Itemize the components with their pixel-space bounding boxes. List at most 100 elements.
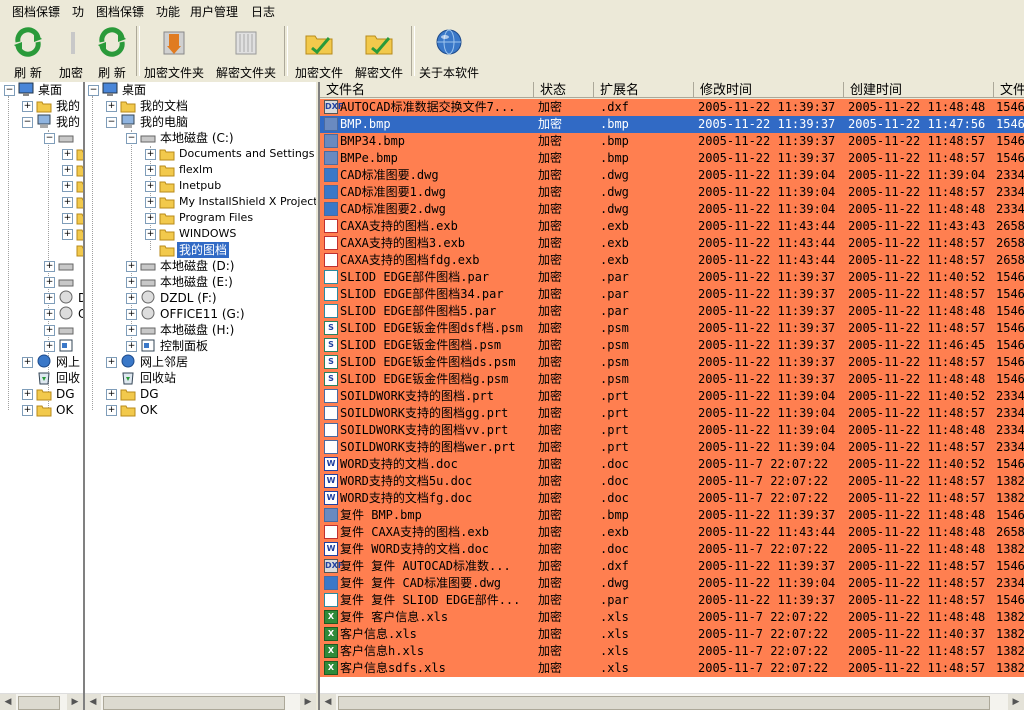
file-row[interactable]: SLIOD EDGE部件图档5.par 加密 .par 2005-11-22 11:3… [320, 303, 1024, 320]
expand-icon[interactable]: + [44, 293, 55, 304]
file-row[interactable]: DXF AUTOCAD标准数据交换文件7... 加密 .dxf 2005-11-22 1… [320, 99, 1024, 116]
expand-icon[interactable]: + [62, 149, 73, 160]
left-tree-pane[interactable]: − 桌面 + 我的 − 我的 − + + + + + + + + +DZ +C … [0, 82, 85, 710]
expand-icon[interactable]: + [62, 181, 73, 192]
file-row[interactable]: CAD标准图要2.dwg 加密 .dwg 2005-11-22 11:39:04 200… [320, 201, 1024, 218]
expand-icon[interactable]: + [126, 277, 137, 288]
expand-icon[interactable]: + [126, 341, 137, 352]
expand-icon[interactable]: + [22, 389, 33, 400]
menu-app-left[interactable]: 图档保镖 [12, 3, 60, 20]
expand-icon[interactable]: + [44, 325, 55, 336]
expand-icon[interactable]: + [22, 101, 33, 112]
menu-function[interactable]: 功能 [156, 3, 180, 20]
expand-icon[interactable]: + [145, 165, 156, 176]
expand-icon[interactable]: + [106, 357, 117, 368]
file-row[interactable]: X 客户信息.xls 加密 .xls 2005-11-7 22:07:22 2005-11… [320, 626, 1024, 643]
file-row[interactable]: DXF 复件 复件 AUTOCAD标准数... 加密 .dxf 2005-11-22 1… [320, 558, 1024, 575]
expand-icon[interactable]: + [106, 389, 117, 400]
file-row[interactable]: W 复件 WORD支持的文档.doc 加密 .doc 2005-11-7 22:07:2… [320, 541, 1024, 558]
expand-icon[interactable]: + [106, 405, 117, 416]
menu-user-management[interactable]: 用户管理 [190, 3, 238, 20]
file-row[interactable]: SOILDWORK支持的图档wer.prt 加密 .prt 2005-11-22 11… [320, 439, 1024, 456]
file-list-pane[interactable]: 文件名 状态 扩展名 修改时间 创建时间 文件 DXF AUTOCAD标准数据交换… [318, 82, 1024, 710]
file-row[interactable]: 复件 CAXA支持的图档.exb 加密 .exb 2005-11-22 11:43:4… [320, 524, 1024, 541]
file-row[interactable]: W WORD支持的文档fg.doc 加密 .doc 2005-11-7 22:07:22… [320, 490, 1024, 507]
scroll-left-icon[interactable]: ◀ [320, 694, 336, 710]
encrypt-file-button[interactable]: 加密文件 [290, 22, 348, 80]
file-row[interactable]: X 复件 客户信息.xls 加密 .xls 2005-11-7 22:07:22 2005… [320, 609, 1024, 626]
column-header-extension[interactable]: 扩展名 [594, 82, 694, 98]
decrypt-folder-button[interactable]: 解密文件夹 [214, 22, 278, 80]
refresh-button[interactable]: 刷 新 [90, 22, 134, 80]
file-row[interactable]: S SLIOD EDGE钣金件图档g.psm 加密 .psm 2005-11-22 11… [320, 371, 1024, 388]
column-header-size[interactable]: 文件 [994, 82, 1024, 98]
menu-app[interactable]: 图档保镖 [96, 3, 144, 20]
scroll-left-icon[interactable]: ◀ [0, 694, 16, 710]
file-row[interactable]: 复件 复件 SLIOD EDGE部件... 加密 .par 2005-11-22 11… [320, 592, 1024, 609]
file-row[interactable]: CAD标准图要.dwg 加密 .dwg 2005-11-22 11:39:04 2005… [320, 167, 1024, 184]
file-row[interactable]: W WORD支持的文档.doc 加密 .doc 2005-11-7 22:07:22 20… [320, 456, 1024, 473]
left-encrypt-button[interactable]: 加密 [56, 22, 86, 80]
collapse-icon[interactable]: − [44, 133, 55, 144]
folder-tree-hscroll[interactable]: ◀ ▶ [85, 693, 316, 710]
menu-function-left[interactable]: 功 [72, 3, 84, 20]
scroll-right-icon[interactable]: ▶ [1008, 694, 1024, 710]
file-row[interactable]: 复件 复件 CAD标准图要.dwg 加密 .dwg 2005-11-22 11:39:… [320, 575, 1024, 592]
expand-icon[interactable]: + [62, 165, 73, 176]
column-header-status[interactable]: 状态 [534, 82, 594, 98]
expand-icon[interactable]: + [62, 213, 73, 224]
column-header-created[interactable]: 创建时间 [844, 82, 994, 98]
about-button[interactable]: 关于本软件 [416, 22, 482, 80]
file-row[interactable]: X 客户信息sdfs.xls 加密 .xls 2005-11-7 22:07:22 200… [320, 660, 1024, 677]
scroll-left-icon[interactable]: ◀ [85, 694, 101, 710]
scroll-thumb[interactable] [338, 696, 990, 710]
file-row[interactable]: X 客户信息h.xls 加密 .xls 2005-11-7 22:07:22 2005-1… [320, 643, 1024, 660]
scroll-right-icon[interactable]: ▶ [67, 694, 83, 710]
collapse-icon[interactable]: − [22, 117, 33, 128]
file-row[interactable]: S SLIOD EDGE钣金件图档ds.psm 加密 .psm 2005-11-22 1… [320, 354, 1024, 371]
expand-icon[interactable]: + [145, 181, 156, 192]
file-list-hscroll[interactable]: ◀ ▶ [320, 693, 1024, 710]
file-row[interactable]: SOILDWORK支持的图档gg.prt 加密 .prt 2005-11-22 11:… [320, 405, 1024, 422]
scroll-right-icon[interactable]: ▶ [300, 694, 316, 710]
expand-icon[interactable]: + [145, 197, 156, 208]
scroll-thumb[interactable] [103, 696, 285, 710]
file-row[interactable]: SOILDWORK支持的图档vv.prt 加密 .prt 2005-11-22 11:… [320, 422, 1024, 439]
file-row[interactable]: BMPe.bmp 加密 .bmp 2005-11-22 11:39:37 2005-11… [320, 150, 1024, 167]
file-row[interactable]: CAXA支持的图档3.exb 加密 .exb 2005-11-22 11:43:44 2… [320, 235, 1024, 252]
expand-icon[interactable]: + [44, 309, 55, 320]
file-row[interactable]: BMP34.bmp 加密 .bmp 2005-11-22 11:39:37 2005-1… [320, 133, 1024, 150]
expand-icon[interactable]: + [62, 197, 73, 208]
encrypt-folder-button[interactable]: 加密文件夹 [142, 22, 206, 80]
file-row[interactable]: BMP.bmp 加密 .bmp 2005-11-22 11:39:37 2005-11-… [320, 116, 1024, 133]
collapse-icon[interactable]: − [126, 133, 137, 144]
file-row[interactable]: SOILDWORK支持的图档.prt 加密 .prt 2005-11-22 11:39… [320, 388, 1024, 405]
file-row[interactable]: CAXA支持的图档.exb 加密 .exb 2005-11-22 11:43:44 20… [320, 218, 1024, 235]
column-header-filename[interactable]: 文件名 [320, 82, 534, 98]
menu-log[interactable]: 日志 [251, 3, 275, 20]
left-refresh-button[interactable]: 刷 新 [6, 22, 50, 80]
expand-icon[interactable]: + [126, 261, 137, 272]
expand-icon[interactable]: + [22, 357, 33, 368]
expand-icon[interactable]: + [145, 149, 156, 160]
expand-icon[interactable]: + [62, 229, 73, 240]
expand-icon[interactable]: + [126, 309, 137, 320]
expand-icon[interactable]: + [145, 229, 156, 240]
collapse-icon[interactable]: − [106, 117, 117, 128]
decrypt-file-button[interactable]: 解密文件 [350, 22, 408, 80]
expand-icon[interactable]: + [126, 325, 137, 336]
collapse-icon[interactable]: − [88, 85, 99, 96]
file-row[interactable]: W WORD支持的文档5u.doc 加密 .doc 2005-11-7 22:07:22… [320, 473, 1024, 490]
column-header-modified[interactable]: 修改时间 [694, 82, 844, 98]
file-row[interactable]: 复件 BMP.bmp 加密 .bmp 2005-11-22 11:39:37 2005-… [320, 507, 1024, 524]
file-row[interactable]: SLIOD EDGE部件图档.par 加密 .par 2005-11-22 11:39… [320, 269, 1024, 286]
file-row[interactable]: CAD标准图要1.dwg 加密 .dwg 2005-11-22 11:39:04 200… [320, 184, 1024, 201]
file-row[interactable]: SLIOD EDGE部件图档34.par 加密 .par 2005-11-22 11:… [320, 286, 1024, 303]
left-tree-hscroll[interactable]: ◀ ▶ [0, 693, 83, 710]
expand-icon[interactable]: + [44, 277, 55, 288]
expand-icon[interactable]: + [22, 405, 33, 416]
expand-icon[interactable]: + [126, 293, 137, 304]
file-row[interactable]: S SLIOD EDGE钣金件图档.psm 加密 .psm 2005-11-22 11:… [320, 337, 1024, 354]
expand-icon[interactable]: + [145, 213, 156, 224]
collapse-icon[interactable]: − [4, 85, 15, 96]
